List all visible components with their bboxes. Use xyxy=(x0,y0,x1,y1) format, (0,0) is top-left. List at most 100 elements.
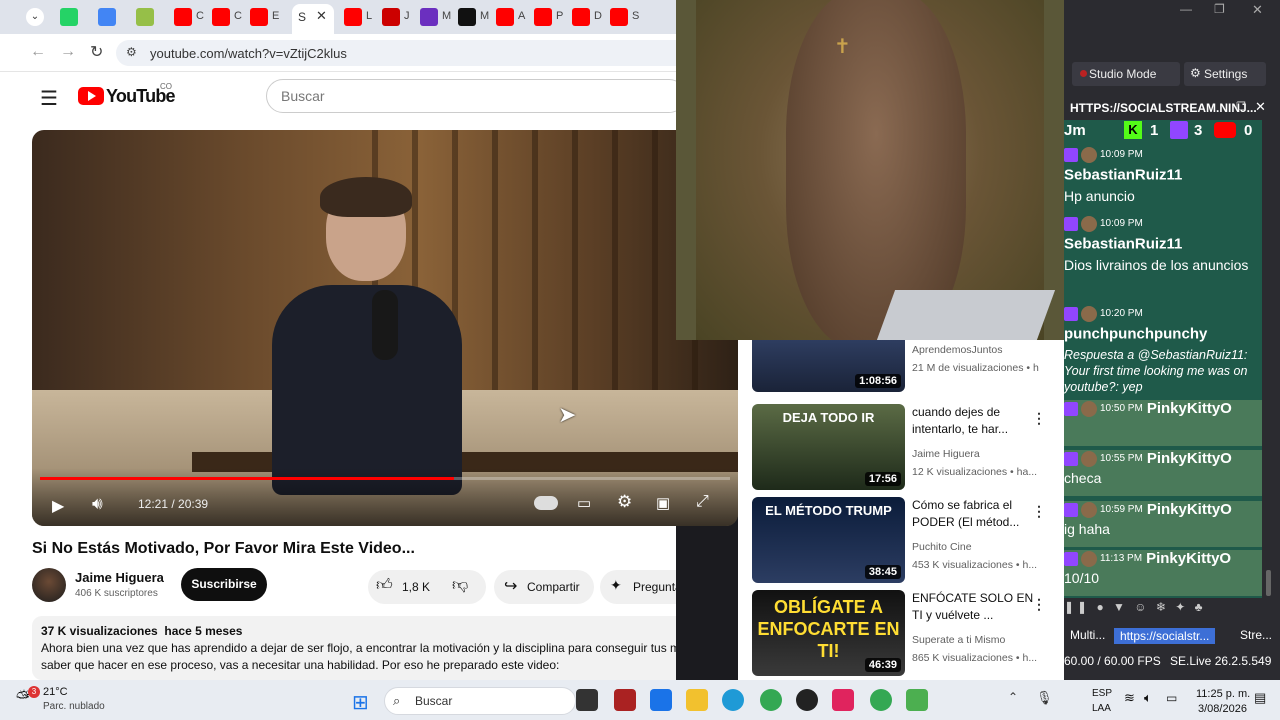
url-box[interactable]: ⚙ youtube.com/watch?v=vZtijC2klus xyxy=(116,40,676,66)
subscribe-button[interactable]: Suscribirse xyxy=(181,568,267,601)
chat-header: 10:09 PM xyxy=(1064,215,1262,235)
tray-expand-icon[interactable]: ⌃ xyxy=(1008,690,1018,704)
windows-start-icon[interactable]: ⊞ xyxy=(352,690,369,715)
volume-icon[interactable]: 🔊︎ xyxy=(92,494,103,514)
related-title[interactable]: Cómo se fabrica el PODER (El métod... xyxy=(912,497,1042,531)
tiktok-icon[interactable] xyxy=(832,689,854,711)
related-title[interactable]: cuando dejes de intentarlo, te har... xyxy=(912,404,1042,438)
close-window-icon[interactable]: ✕ xyxy=(1252,2,1263,18)
obs-icon[interactable] xyxy=(796,689,818,711)
video-player[interactable]: ▶ 🔊︎ 12:21 / 20:39 ▭ ⚙ ▣ ⤢ ➤ xyxy=(32,130,738,526)
youtube-icon[interactable] xyxy=(496,8,514,26)
wifi-icon[interactable]: ≋ xyxy=(1124,690,1135,706)
more-options-icon[interactable]: ⋮ xyxy=(1032,503,1046,520)
forward-icon[interactable]: → xyxy=(60,43,76,61)
search-input[interactable]: Buscar xyxy=(281,88,325,104)
related-channel[interactable]: Puchito Cine xyxy=(912,541,1042,553)
site-info-icon[interactable]: ⚙ xyxy=(126,45,137,59)
settings-gear-icon[interactable]: ⚙ xyxy=(617,492,632,512)
maximize-icon[interactable]: ❐ xyxy=(1214,2,1225,16)
youtube-icon[interactable] xyxy=(534,8,552,26)
related-channel[interactable]: Jaime Higuera xyxy=(912,448,1042,460)
youtube-icon[interactable] xyxy=(610,8,628,26)
more-options-icon[interactable]: ⋮ xyxy=(1032,410,1046,427)
minimize-icon[interactable]: — xyxy=(1180,2,1192,16)
like-button[interactable]: 👍︎ xyxy=(376,576,393,595)
search-box[interactable]: Buscar xyxy=(266,79,676,113)
chrome-profile-icon[interactable] xyxy=(870,689,892,711)
cross-necklace-icon: ✝ xyxy=(834,36,851,58)
streaming-app-icon[interactable] xyxy=(906,689,928,711)
dock-close-icon[interactable]: ✕ xyxy=(1255,99,1266,115)
shopify-icon[interactable] xyxy=(136,8,154,26)
reload-icon[interactable]: ↻ xyxy=(90,42,103,62)
related-channel[interactable]: AprendemosJuntos xyxy=(912,344,1042,356)
folder-icon[interactable] xyxy=(686,689,708,711)
obs-bottom-tab[interactable]: Multi... xyxy=(1070,628,1105,642)
clock-date[interactable]: 3/08/2026 xyxy=(1198,703,1247,715)
twitch-badge-icon xyxy=(1064,551,1078,566)
chat-scrollbar[interactable] xyxy=(1266,570,1271,596)
youtube-icon[interactable] xyxy=(572,8,590,26)
video-thumbnail[interactable]: 1:08:56 xyxy=(752,340,905,392)
store-icon[interactable] xyxy=(650,689,672,711)
tab-label: M xyxy=(442,10,452,22)
related-video[interactable]: DEJA TODO IR 17:56 cuando dejes de intenta… xyxy=(752,404,1062,492)
volume-tray-icon[interactable]: 🔈︎ xyxy=(1144,690,1152,706)
youtube-icon[interactable] xyxy=(344,8,362,26)
video-thumbnail[interactable]: OBLÍGATE A ENFOCARTE EN TI! 46:39 xyxy=(752,590,905,676)
channel-name[interactable]: Jaime Higuera xyxy=(75,570,164,585)
lang-2[interactable]: LAA xyxy=(1092,703,1111,714)
clock-time[interactable]: 11:25 p. m. xyxy=(1196,688,1250,700)
edge-icon[interactable] xyxy=(722,689,744,711)
tab-search-icon[interactable]: ⌄ xyxy=(26,8,44,26)
microphone-icon[interactable]: 🎙︎ xyxy=(1036,690,1053,706)
tab-strip: ⌄ C C E L J M M A P D S S ✕ xyxy=(0,0,676,34)
battery-icon[interactable]: ▭ xyxy=(1166,691,1177,705)
related-video[interactable]: EL MÉTODO TRUMP 38:45 Cómo se fabrica el P… xyxy=(752,497,1062,585)
ask-button[interactable]: ✦ Preguntar xyxy=(600,570,676,604)
menu-icon[interactable]: ☰ xyxy=(40,86,58,111)
app-red-icon[interactable] xyxy=(614,689,636,711)
tab-label: C xyxy=(196,10,204,22)
app-icon[interactable] xyxy=(420,8,438,26)
file-manager-icon[interactable] xyxy=(576,689,598,711)
google-icon[interactable] xyxy=(98,8,116,26)
related-title[interactable]: ENFÓCATE SOLO EN TI y vuélvete ... xyxy=(912,590,1042,624)
tab-active[interactable]: S ✕ xyxy=(292,4,334,34)
related-video[interactable]: OBLÍGATE A ENFOCARTE EN TI! 46:39 ENFÓCATE… xyxy=(752,590,1062,678)
settings-button[interactable]: ⚙ Settings xyxy=(1184,62,1266,86)
close-tab-icon[interactable]: ✕ xyxy=(316,8,327,24)
autoplay-toggle[interactable] xyxy=(534,496,558,510)
youtube-icon[interactable] xyxy=(212,8,230,26)
subtitles-icon[interactable]: ▭ xyxy=(577,494,591,512)
taskbar-search[interactable]: ⌕ Buscar xyxy=(384,687,576,715)
related-channel[interactable]: Superate a ti Mismo xyxy=(912,634,1042,646)
play-icon[interactable]: ▶ xyxy=(52,496,64,516)
youtube-icon[interactable] xyxy=(174,8,192,26)
lang-1[interactable]: ESP xyxy=(1092,688,1112,699)
youtube-logo-icon[interactable] xyxy=(78,87,104,105)
video-thumbnail[interactable]: EL MÉTODO TRUMP 38:45 xyxy=(752,497,905,583)
back-icon[interactable]: ← xyxy=(30,43,46,61)
obs-bottom-tab[interactable]: https://socialstr... xyxy=(1114,628,1216,644)
dislike-button[interactable]: 👎︎ xyxy=(452,576,468,595)
youtube-icon[interactable] xyxy=(250,8,268,26)
whatsapp-icon[interactable] xyxy=(60,8,78,26)
video-thumbnail[interactable]: DEJA TODO IR 17:56 xyxy=(752,404,905,490)
channel-avatar[interactable] xyxy=(32,568,66,602)
m-icon[interactable] xyxy=(458,8,476,26)
studio-mode-button[interactable]: Studio Mode xyxy=(1072,62,1180,86)
video-title: Si No Estás Motivado, Por Favor Mira Est… xyxy=(32,540,415,557)
miniplayer-icon[interactable]: ▣ xyxy=(656,494,670,512)
progress-bar[interactable] xyxy=(40,477,730,480)
description-box[interactable]: 37 K visualizaciones hace 5 meses Ahora … xyxy=(32,616,676,680)
chrome-icon[interactable] xyxy=(760,689,782,711)
share-button[interactable]: ↪ Compartir xyxy=(494,570,594,604)
dock-float-icon[interactable]: ❐ xyxy=(1236,100,1246,113)
fullscreen-icon[interactable]: ⤢ xyxy=(696,493,709,511)
notifications-icon[interactable]: ▤ xyxy=(1254,690,1266,706)
youtube-music-icon[interactable] xyxy=(382,8,400,26)
more-options-icon[interactable]: ⋮ xyxy=(1032,596,1046,613)
obs-bottom-tab[interactable]: Stre... xyxy=(1240,628,1272,642)
